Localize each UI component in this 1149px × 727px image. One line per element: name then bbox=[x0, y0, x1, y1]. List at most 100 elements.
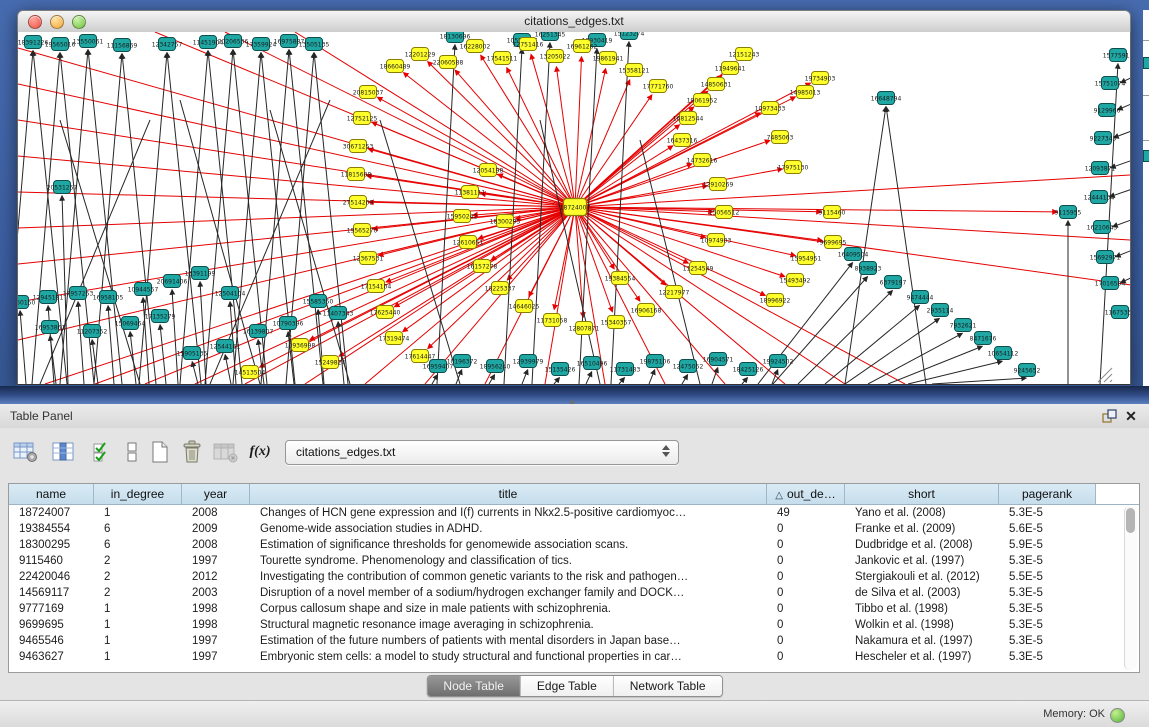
table-cell[interactable]: 1 bbox=[94, 617, 182, 633]
table-row[interactable]: 977716911998Corpus callosum shape and si… bbox=[9, 601, 1115, 617]
table-settings-button[interactable] bbox=[12, 438, 40, 466]
network-canvas[interactable]: 1839122619565016135500611115686912342757… bbox=[18, 32, 1130, 384]
table-cell[interactable]: 2003 bbox=[182, 585, 250, 601]
table-cell[interactable]: 18724007 bbox=[9, 505, 94, 521]
table-row[interactable]: 1830029562008Estimation of significance … bbox=[9, 537, 1115, 553]
scrollbar-thumb[interactable] bbox=[1126, 508, 1135, 533]
table-cell[interactable]: 49 bbox=[767, 505, 845, 521]
tab-node-table[interactable]: Node Table bbox=[427, 676, 520, 696]
table-cell[interactable]: 18300295 bbox=[9, 537, 94, 553]
column-header-name[interactable]: name bbox=[9, 484, 94, 504]
column-header-year[interactable]: year bbox=[182, 484, 250, 504]
table-cell[interactable]: Dudbridge et al. (2008) bbox=[845, 537, 999, 553]
table-cell[interactable]: Structural magnetic resonance image aver… bbox=[250, 617, 767, 633]
float-panel-button[interactable] bbox=[1101, 408, 1117, 424]
table-cell[interactable]: 0 bbox=[767, 585, 845, 601]
select-rows-button[interactable] bbox=[88, 438, 116, 466]
table-cell[interactable]: 5.3E-5 bbox=[999, 649, 1096, 665]
table-cell[interactable]: 14569117 bbox=[9, 585, 94, 601]
new-table-button[interactable] bbox=[146, 438, 174, 466]
tab-edge-table[interactable]: Edge Table bbox=[520, 676, 613, 696]
window-titlebar[interactable]: citations_edges.txt bbox=[17, 10, 1131, 33]
vertical-scrollbar[interactable] bbox=[1124, 506, 1137, 670]
table-cell[interactable]: Hescheler et al. (1997) bbox=[845, 649, 999, 665]
table-cell[interactable]: 6 bbox=[94, 537, 182, 553]
table-cell[interactable]: 2 bbox=[94, 569, 182, 585]
table-cell[interactable]: Stergiakouli et al. (2012) bbox=[845, 569, 999, 585]
column-header-outde[interactable]: △out_de… bbox=[767, 484, 845, 504]
table-cell[interactable]: 0 bbox=[767, 617, 845, 633]
table-cell[interactable]: 1 bbox=[94, 633, 182, 649]
table-cell[interactable]: 1997 bbox=[182, 649, 250, 665]
table-row[interactable]: 946362711997Embryonic stem cells: a mode… bbox=[9, 649, 1115, 665]
table-cell[interactable]: 5.3E-5 bbox=[999, 617, 1096, 633]
table-cell[interactable]: 5.3E-5 bbox=[999, 585, 1096, 601]
table-cell[interactable]: 1998 bbox=[182, 601, 250, 617]
table-cell[interactable]: 22420046 bbox=[9, 569, 94, 585]
table-cell[interactable]: Disruption of a novel member of a sodium… bbox=[250, 585, 767, 601]
network-window[interactable]: citations_edges.txt 18391226195650161355… bbox=[17, 10, 1131, 386]
table-cell[interactable]: 9465546 bbox=[9, 633, 94, 649]
table-cell[interactable]: 19384554 bbox=[9, 521, 94, 537]
table-cell[interactable]: Yano et al. (2008) bbox=[845, 505, 999, 521]
table-row[interactable]: 911546021997Tourette syndrome. Phenomeno… bbox=[9, 553, 1115, 569]
table-cell[interactable]: 5.3E-5 bbox=[999, 553, 1096, 569]
table-cell[interactable]: 5.3E-5 bbox=[999, 505, 1096, 521]
table-cell[interactable]: 1997 bbox=[182, 633, 250, 649]
table-cell[interactable]: 9115460 bbox=[9, 553, 94, 569]
table-cell[interactable]: 5.6E-5 bbox=[999, 521, 1096, 537]
column-header-pagerank[interactable]: pagerank bbox=[999, 484, 1096, 504]
table-cell[interactable]: 0 bbox=[767, 569, 845, 585]
table-cell[interactable]: 2009 bbox=[182, 521, 250, 537]
table-row[interactable]: 946554611997Estimation of the future num… bbox=[9, 633, 1115, 649]
table-cell[interactable]: 0 bbox=[767, 537, 845, 553]
table-cell[interactable]: Franke et al. (2009) bbox=[845, 521, 999, 537]
table-cell[interactable]: 0 bbox=[767, 633, 845, 649]
table-cell[interactable]: Jankovic et al. (1997) bbox=[845, 553, 999, 569]
table-cell[interactable]: Nakamura et al. (1997) bbox=[845, 633, 999, 649]
table-cell[interactable]: Embryonic stem cells: a model to study s… bbox=[250, 649, 767, 665]
table-cell[interactable]: Estimation of significance thresholds fo… bbox=[250, 537, 767, 553]
table-cell[interactable]: 2 bbox=[94, 553, 182, 569]
delete-rows-button[interactable] bbox=[178, 438, 206, 466]
column-header-title[interactable]: title bbox=[250, 484, 767, 504]
table-row[interactable]: 1872400712008Changes of HCN gene express… bbox=[9, 505, 1115, 521]
table-cell[interactable]: 5.3E-5 bbox=[999, 633, 1096, 649]
table-row[interactable]: 969969511998Structural magnetic resonanc… bbox=[9, 617, 1115, 633]
table-cell[interactable]: Estimation of the future numbers of pati… bbox=[250, 633, 767, 649]
table-cell[interactable]: Wolkin et al. (1998) bbox=[845, 617, 999, 633]
close-panel-button[interactable]: ✕ bbox=[1123, 406, 1139, 426]
function-builder-button[interactable]: f(x) bbox=[246, 438, 274, 466]
split-view-button[interactable] bbox=[118, 438, 146, 466]
table-cell[interactable]: 2008 bbox=[182, 537, 250, 553]
table-cell[interactable]: 2 bbox=[94, 585, 182, 601]
table-cell[interactable]: 6 bbox=[94, 521, 182, 537]
table-cell[interactable]: Changes of HCN gene expression and I(f) … bbox=[250, 505, 767, 521]
tab-network-table[interactable]: Network Table bbox=[613, 676, 722, 696]
table-cell[interactable]: Corpus callosum shape and size in male p… bbox=[250, 601, 767, 617]
table-cell[interactable]: 0 bbox=[767, 601, 845, 617]
table-cell[interactable]: 5.3E-5 bbox=[999, 601, 1096, 617]
resize-grip-icon[interactable] bbox=[1110, 380, 1112, 382]
table-row[interactable]: 1938455462009Genome-wide association stu… bbox=[9, 521, 1115, 537]
table-cell[interactable]: 0 bbox=[767, 649, 845, 665]
table-cell[interactable]: 0 bbox=[767, 521, 845, 537]
table-cell[interactable]: 1 bbox=[94, 649, 182, 665]
table-cell[interactable]: 5.5E-5 bbox=[999, 569, 1096, 585]
table-cell[interactable]: 1 bbox=[94, 505, 182, 521]
table-cell[interactable]: 0 bbox=[767, 553, 845, 569]
table-cell[interactable]: 9463627 bbox=[9, 649, 94, 665]
table-cell[interactable]: 9777169 bbox=[9, 601, 94, 617]
table-cell[interactable]: Tibbo et al. (1998) bbox=[845, 601, 999, 617]
table-cell[interactable]: Genome-wide association studies in ADHD. bbox=[250, 521, 767, 537]
table-cell[interactable]: 2012 bbox=[182, 569, 250, 585]
table-cell[interactable]: 9699695 bbox=[9, 617, 94, 633]
table-cell[interactable]: 1998 bbox=[182, 617, 250, 633]
table-cell[interactable]: 5.9E-5 bbox=[999, 537, 1096, 553]
table-cell[interactable]: Tourette syndrome. Phenomenology and cla… bbox=[250, 553, 767, 569]
table-cell[interactable]: de Silva et al. (2003) bbox=[845, 585, 999, 601]
show-column-button[interactable] bbox=[50, 438, 78, 466]
table-selector[interactable]: citations_edges.txt bbox=[285, 440, 679, 465]
table-cell[interactable]: 2008 bbox=[182, 505, 250, 521]
table-row[interactable]: 1456911722003Disruption of a novel membe… bbox=[9, 585, 1115, 601]
